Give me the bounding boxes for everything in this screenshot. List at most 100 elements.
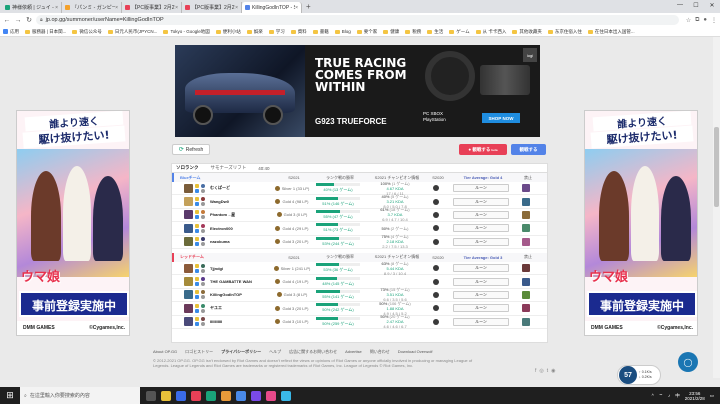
menu-icon[interactable]: ⋮ [711,17,717,24]
app-icon[interactable] [251,390,261,401]
twitter-icon[interactable]: t [547,368,548,374]
footer-link[interactable]: プライバシーポリシー [221,349,261,355]
player-row[interactable]: Electron000 Gold 4 (29 LP) 51% (73 ゲーム) 50%… [172,222,547,236]
app-icon[interactable] [191,390,201,401]
footer-link[interactable]: ヘルプ [269,349,281,355]
reload-icon[interactable]: ↻ [25,16,33,24]
address-bar[interactable]: 🔒︎ jp.op.gg/summoner/userName=KillingGod… [36,15,679,25]
refresh-button[interactable]: ⟳ Refresh [172,144,210,155]
bookmark-item[interactable]: 応用 [3,29,19,35]
taskbar-clock[interactable]: 23:56 2021/2/28 [685,391,705,401]
summoner-name-link[interactable]: Tjjndgi [210,266,223,271]
facebook-icon[interactable]: f [535,368,536,374]
tab-close-icon[interactable]: × [175,5,178,11]
browser-tab[interactable]: 【PC版事業】2月27日 RNG...× [182,2,242,13]
footer-link[interactable]: 問い合わせ [370,349,390,355]
rune-button[interactable]: ルーン [453,304,509,313]
top-ad-banner[interactable]: TRUE RACING COMES FROM WITHIN logi G923 … [175,45,540,137]
new-tab-button[interactable]: + [302,2,315,11]
bookmark-item[interactable]: 生活 [427,29,443,35]
edge-icon[interactable] [176,390,186,401]
summoner-name-link[interactable]: Electron000 [210,226,233,231]
bookmark-item[interactable]: 微信公众号 [72,29,102,35]
bookmark-item[interactable]: 日元人民币(JPYCN... [107,29,157,35]
summoner-name-link[interactable]: むくぱーど [210,185,230,191]
bookmark-item[interactable]: 从 卡卡西入 [475,29,506,35]
input-language[interactable]: 中 [675,393,680,399]
summoner-name-link[interactable]: IIIIIIIIIII [210,319,222,324]
file-explorer-icon[interactable] [161,390,171,401]
network-icon[interactable]: ⌔ [659,393,663,399]
summoner-name-link[interactable]: WangDw0 [210,199,229,204]
footer-link[interactable]: Download Overwolf [398,349,433,355]
tab-close-icon[interactable]: × [55,5,58,11]
bookmark-item[interactable]: 东京住宿入住 [547,29,582,35]
bookmark-item[interactable]: 資料 [290,29,307,35]
taskbar-search-box[interactable]: ⌕ 在這里輸入你要搜索的內容 [20,387,140,404]
bookmark-item[interactable]: 要个家 [356,29,377,35]
footer-link[interactable]: 広告に関するお問い合わせ [289,349,337,355]
footer-link[interactable]: ロゴヒストリー [185,349,213,355]
footer-link[interactable]: Advertise [345,349,362,355]
bookmark-item[interactable]: 服務器 | 日本関... [25,29,66,35]
page-scrollbar[interactable] [713,37,720,378]
tray-up-arrow-icon[interactable]: ^ [652,393,654,398]
rune-button[interactable]: ルーン [453,197,509,206]
app-icon[interactable] [206,390,216,401]
ad-shop-now-button[interactable]: SHOP NOW [482,113,520,123]
back-icon[interactable]: ← [3,17,11,24]
summoner-name-link[interactable]: KillingGodInTOP [210,292,242,297]
player-row[interactable]: THE GAMBATTE WAN Gold 4 (19 LP) 48% (145 ゲ… [172,275,547,289]
app-icon[interactable] [281,390,291,401]
bookmark-item[interactable]: 在住日本出入国管... [587,29,635,35]
record-button[interactable]: ● 観戦する beta [459,144,507,155]
bookmark-item[interactable]: 其他收藏夹 [512,29,542,35]
player-row[interactable]: むくぱーど Silver 1 (33 LP) 40% (13 ゲーム) 100% (1… [172,181,547,196]
extensions-icon[interactable]: ⧉ [695,17,699,24]
bookmark-item[interactable]: Blog [334,29,351,34]
close-icon[interactable]: ✕ [704,0,720,10]
chat-bubble-icon[interactable]: ◯ [678,352,698,372]
player-row[interactable]: KillingGodInTOP Gold 3 (8 LP) 55% (141 ゲーム… [172,287,547,302]
rune-button[interactable]: ルーン [453,277,509,286]
rune-button[interactable]: ルーン [453,210,509,219]
summoner-name-link[interactable]: nazokuma [210,239,230,244]
network-monitor-widget[interactable]: 57 ↑ 0.1K/s ↓ 0.2K/s [617,365,661,385]
bookmark-item[interactable]: Tokyo - Google地図 [163,29,210,35]
volume-icon[interactable]: ♪ [668,393,670,398]
forward-icon[interactable]: → [14,17,22,24]
bookmark-item[interactable]: 書籍 [312,29,329,35]
browser-tab[interactable]: 【PC版事業】2月27日 RNGバ...× [122,2,182,13]
rune-button[interactable]: ルーン [453,264,509,273]
rune-button[interactable]: ルーン [453,224,509,233]
discord-icon[interactable]: ◉ [551,368,555,374]
star-icon[interactable]: ☆ [686,17,691,24]
rune-button[interactable]: ルーン [453,317,509,326]
browser-tab[interactable]: 『パンミ - ガンピームの...', 'color': × [62,2,122,13]
player-row[interactable]: nazokuma Gold 3 (20 LP) 53% (244 ゲーム) 75% (… [172,234,547,249]
app-icon[interactable] [221,390,231,401]
summoner-name-link[interactable]: THE GAMBATTE WAN [210,279,252,284]
player-row[interactable]: Phantom→星 Gold 3 (0 LP) 55% (47 ゲーム) 61% (1… [172,207,547,222]
bookmark-item[interactable]: 税務 [405,29,421,35]
footer-link[interactable]: About OP.GG [153,349,177,355]
scrollbar-thumb[interactable] [714,127,719,207]
rune-button[interactable]: ルーン [453,290,509,299]
spectate-button[interactable]: 観戦する [511,144,546,155]
player-row[interactable]: IIIIIIIIIII Gold 3 (10 LP) 50% (259 ゲーム) 50… [172,314,547,329]
instagram-icon[interactable]: ◎ [539,368,543,374]
summoner-name-link[interactable]: Phantom→星 [210,212,235,218]
side-ad-right[interactable]: 誰より速く 駆け抜けたい! ウマ娘 事前登録実施中 DMM GAMES ©Cyg… [584,110,698,336]
summoner-name-link[interactable]: ヤユエ [210,305,222,311]
app-icon[interactable] [266,390,276,401]
task-view-icon[interactable] [146,390,156,401]
bookmark-item[interactable]: ゲーム [449,29,470,35]
tab-close-icon[interactable]: × [295,5,298,11]
notifications-icon[interactable]: ▭ [710,393,714,399]
bookmark-item[interactable]: 便利小站 [215,29,241,35]
chrome-icon[interactable] [236,390,246,401]
side-ad-left[interactable]: 誰より速く 駆け抜けたい! ウマ娘 事前登録実施中 DMM GAMES ©Cyg… [16,110,130,336]
player-row[interactable]: Tjjndgi Silver 1 (241 LP) 53% (36 ゲーム) 63% … [172,261,547,276]
browser-tab[interactable]: 神様依頼 | ジュイ - 不好ニお...× [2,2,62,13]
bookmark-item[interactable]: 健康 [383,29,399,35]
